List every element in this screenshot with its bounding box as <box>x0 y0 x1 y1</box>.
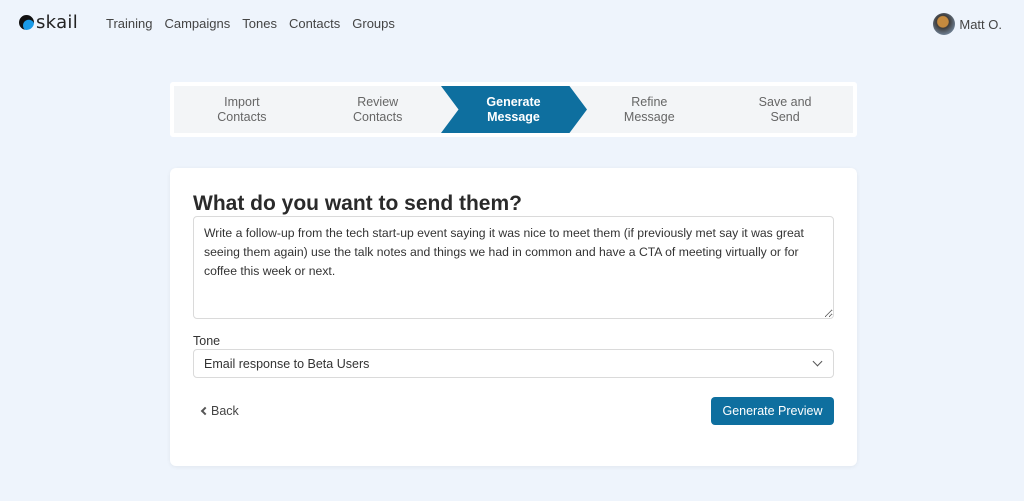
message-card: What do you want to send them? Write a f… <box>170 168 857 466</box>
step-review-contacts[interactable]: Review Contacts <box>310 86 446 133</box>
tone-value: Email response to Beta Users <box>204 356 370 371</box>
nav-contacts[interactable]: Contacts <box>289 16 340 31</box>
chevron-left-icon <box>200 406 210 416</box>
top-nav: skail Training Campaigns Tones Contacts … <box>0 0 1024 46</box>
nav-training[interactable]: Training <box>106 16 152 31</box>
user-name: Matt O. <box>959 16 1002 32</box>
nav-campaigns[interactable]: Campaigns <box>164 16 230 31</box>
tone-label: Tone <box>193 334 221 348</box>
tone-select[interactable]: Email response to Beta Users <box>193 349 834 378</box>
nav-tones[interactable]: Tones <box>242 16 277 31</box>
step-refine-message[interactable]: Refine Message <box>581 86 717 133</box>
generate-preview-button[interactable]: Generate Preview <box>711 397 834 425</box>
stepper: Import Contacts Review Contacts Generate Me… <box>170 82 857 137</box>
logo-text: skail <box>36 12 79 33</box>
avatar <box>933 13 956 35</box>
step-generate-message[interactable]: Generate Message <box>446 86 582 133</box>
logo[interactable]: skail <box>19 12 78 33</box>
step-import-contacts[interactable]: Import Contacts <box>174 86 310 133</box>
nav-groups[interactable]: Groups <box>352 16 395 31</box>
chevron-down-icon <box>812 356 823 367</box>
back-button[interactable]: Back <box>200 404 239 418</box>
step-save-and-send[interactable]: Save and Send <box>717 86 853 133</box>
page-title: What do you want to send them? <box>193 192 522 215</box>
message-textarea[interactable]: Write a follow-up from the tech start-up… <box>193 216 834 319</box>
user-menu[interactable]: Matt O. <box>933 13 1002 35</box>
nav-links: Training Campaigns Tones Contacts Groups <box>106 16 395 31</box>
logo-icon <box>19 15 34 30</box>
